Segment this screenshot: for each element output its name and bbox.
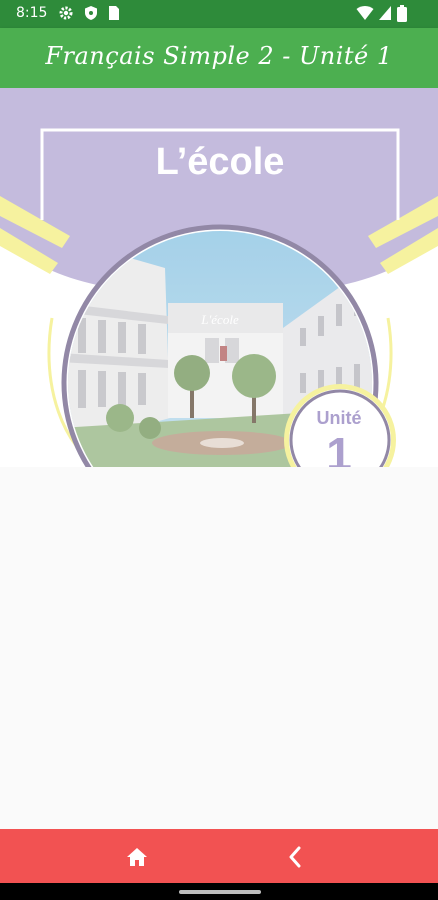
system-gesture-bar [0, 883, 438, 900]
sim-card-icon [109, 6, 119, 20]
unit-cover-image: L’école L'école Unité 1 [0, 88, 438, 467]
back-button[interactable] [280, 842, 310, 872]
gesture-handle[interactable] [179, 890, 261, 894]
status-bar: 8:15 [0, 0, 438, 28]
gear-icon [59, 6, 73, 20]
app-title: Français Simple 2 - Unité 1 [45, 42, 393, 70]
home-icon [127, 848, 147, 866]
home-button[interactable] [122, 842, 152, 872]
signal-icon [379, 6, 391, 20]
wifi-icon [356, 6, 374, 20]
battery-icon [397, 5, 407, 22]
bottom-nav [0, 829, 438, 883]
back-chevron-icon [289, 846, 301, 868]
cover-illustration: L’école L'école Unité 1 [0, 88, 438, 467]
status-time: 8:15 [16, 5, 48, 21]
shield-icon [85, 6, 97, 20]
app-bar: Français Simple 2 - Unité 1 [0, 28, 438, 88]
